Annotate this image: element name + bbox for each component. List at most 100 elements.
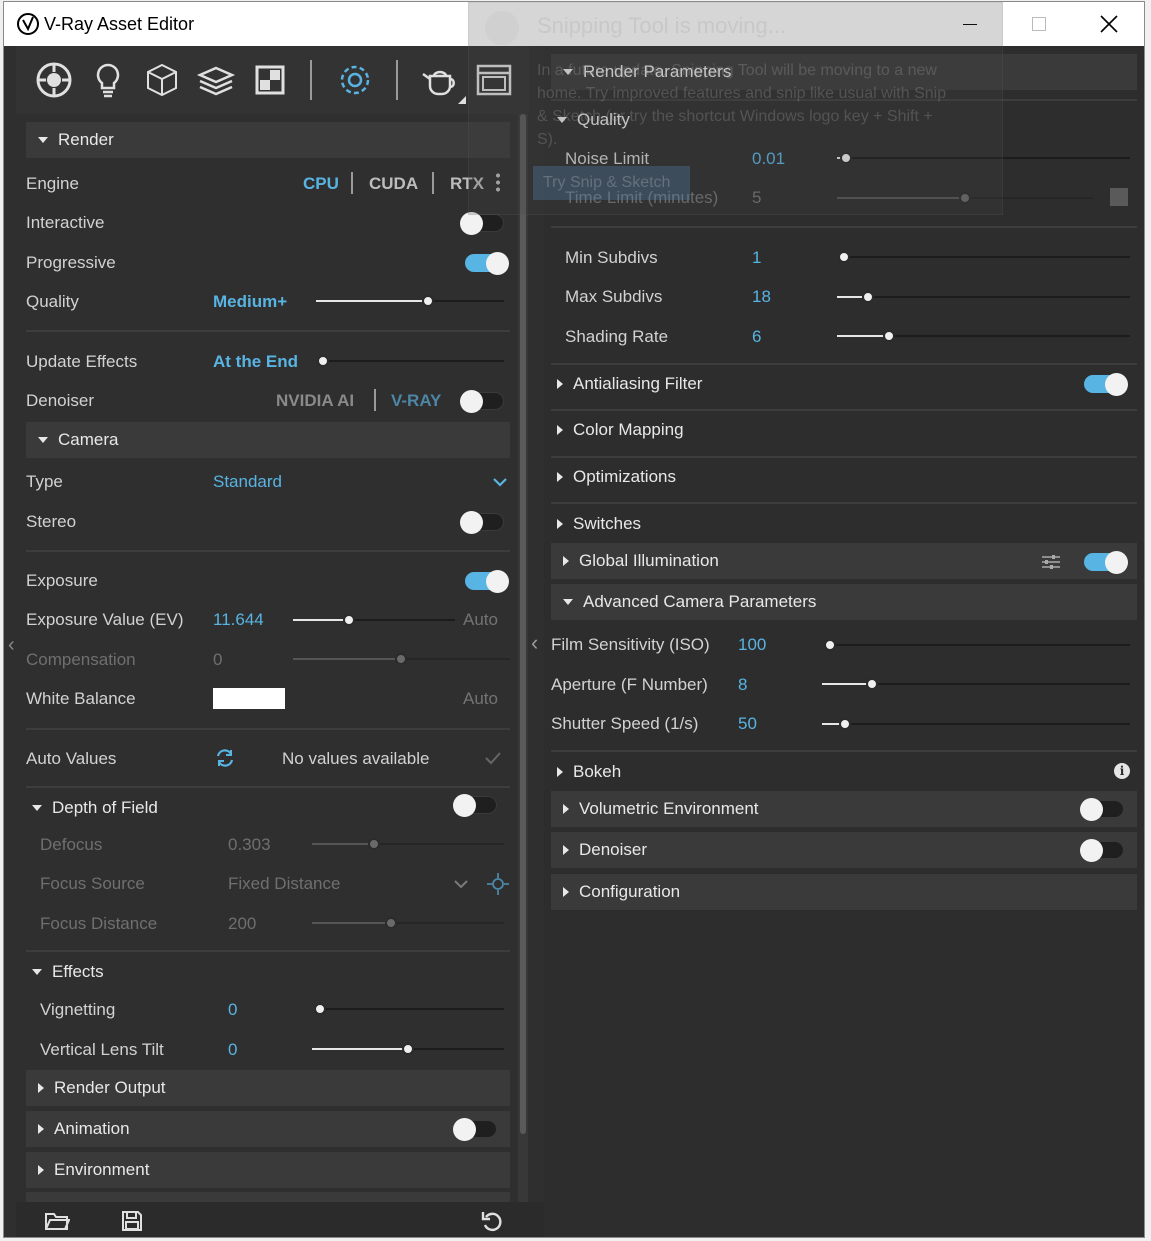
denoiser-nvidia-option[interactable]: NVIDIA AI (276, 391, 354, 411)
shutter-speed-slider[interactable] (822, 718, 1130, 730)
subsection-antialiasing-filter[interactable]: Antialiasing Filter (557, 372, 702, 396)
denoiser-section-toggle[interactable] (1080, 839, 1124, 862)
toolbar-dropdown-corner-icon[interactable] (458, 96, 466, 104)
section-advanced-camera-parameters[interactable]: Advanced Camera Parameters (551, 584, 1137, 620)
left-collapse-arrow-icon[interactable]: ‹ (8, 634, 15, 657)
aperture-slider[interactable] (822, 678, 1130, 690)
subsection-color-mapping[interactable]: Color Mapping (557, 418, 684, 442)
aperture-label: Aperture (F Number) (551, 675, 708, 694)
time-limit-checkbox[interactable] (1110, 188, 1128, 206)
checkmark-icon[interactable] (484, 750, 502, 766)
render-teapot-icon[interactable] (420, 60, 460, 100)
engine-cpu-option[interactable]: CPU (303, 174, 339, 194)
vertical-lens-tilt-value[interactable]: 0 (228, 1040, 237, 1060)
textures-icon[interactable] (250, 60, 290, 100)
reset-undo-icon[interactable] (480, 1209, 504, 1233)
left-scrollbar-thumb[interactable] (520, 114, 526, 1134)
subsection-title: Color Mapping (573, 420, 684, 439)
white-balance-swatch[interactable] (213, 688, 285, 709)
update-effects-slider[interactable] (317, 355, 504, 367)
close-button[interactable] (1074, 2, 1144, 46)
min-subdivs-slider[interactable] (838, 251, 1130, 263)
section-title: Configuration (579, 882, 681, 901)
left-scrollbar[interactable] (518, 114, 528, 1202)
progressive-toggle[interactable] (465, 252, 509, 275)
subsection-switches[interactable]: Switches (557, 512, 641, 536)
subsection-title: Effects (52, 962, 104, 981)
vignetting-slider[interactable] (314, 1003, 504, 1015)
iso-value[interactable]: 100 (738, 635, 766, 655)
exposure-toggle[interactable] (465, 570, 509, 593)
shading-rate-slider[interactable] (837, 330, 1130, 342)
lights-icon[interactable] (88, 60, 128, 100)
open-folder-icon[interactable] (44, 1210, 70, 1232)
section-configuration[interactable]: Configuration (551, 874, 1137, 910)
quality-slider[interactable] (316, 295, 504, 307)
collapsed-triangle-icon (563, 804, 569, 814)
no-values-text: No values available (282, 749, 430, 768)
shading-rate-value[interactable]: 6 (752, 327, 761, 347)
collapsed-triangle-icon (38, 1124, 44, 1134)
vignetting-value[interactable]: 0 (228, 1000, 237, 1020)
geometry-icon[interactable] (142, 60, 182, 100)
refresh-icon[interactable] (214, 747, 236, 769)
min-subdivs-label: Min Subdivs (565, 248, 658, 267)
iso-slider[interactable] (824, 639, 1130, 651)
snipping-tool-notification[interactable]: Snipping Tool is moving... In a future u… (468, 2, 1003, 215)
divider (551, 363, 1137, 365)
ev-slider[interactable] (293, 614, 455, 626)
wb-auto-label[interactable]: Auto (463, 689, 498, 709)
ev-value[interactable]: 11.644 (213, 610, 264, 630)
animation-toggle[interactable] (453, 1118, 497, 1141)
section-environment[interactable]: Environment (26, 1152, 510, 1188)
compensation-label: Compensation (26, 650, 136, 669)
ev-auto-label[interactable]: Auto (463, 610, 498, 630)
section-render[interactable]: Render (26, 122, 510, 158)
try-snip-sketch-button[interactable]: Try Snip & Sketch (533, 166, 690, 200)
save-icon[interactable] (120, 1209, 144, 1233)
settings-gear-icon[interactable] (335, 60, 375, 100)
shutter-speed-value[interactable]: 50 (738, 714, 757, 734)
subsection-effects[interactable]: Effects (32, 960, 104, 984)
stereo-toggle[interactable] (460, 511, 504, 534)
defocus-label: Defocus (40, 835, 103, 854)
interactive-toggle[interactable] (460, 212, 504, 235)
update-effects-value: At the End (213, 352, 298, 371)
section-denoiser[interactable]: Denoiser (551, 832, 1137, 868)
section-camera[interactable]: Camera (26, 422, 510, 458)
antialiasing-filter-toggle[interactable] (1084, 373, 1128, 396)
global-illumination-toggle[interactable] (1084, 551, 1128, 574)
vray-asset-editor-window: V-Ray Asset Editor ‹ ‹ Render Engine CPU… (3, 1, 1145, 1238)
vertical-lens-tilt-slider[interactable] (312, 1043, 504, 1055)
camera-type-value[interactable]: Standard (213, 472, 282, 492)
subsection-depth-of-field[interactable]: Depth of Field (32, 796, 158, 820)
compensation-slider (293, 653, 510, 665)
quality-label: Quality (26, 292, 79, 311)
denoiser-vray-option[interactable]: V-RAY (391, 391, 441, 411)
denoiser-toggle[interactable] (460, 390, 504, 413)
min-subdivs-value[interactable]: 1 (752, 248, 761, 268)
max-subdivs-value[interactable]: 18 (752, 287, 771, 307)
chevron-down-icon[interactable] (492, 476, 508, 488)
volumetric-environment-toggle[interactable] (1080, 798, 1124, 821)
maximize-button[interactable] (1004, 2, 1074, 46)
section-render-output[interactable]: Render Output (26, 1070, 510, 1106)
section-title: Advanced Camera Parameters (583, 592, 817, 611)
aperture-value[interactable]: 8 (738, 675, 747, 695)
section-animation[interactable]: Animation (26, 1111, 510, 1147)
engine-cuda-option[interactable]: CUDA (369, 174, 418, 194)
panel-splitter-arrow-icon[interactable]: ‹ (531, 630, 538, 656)
section-partial (26, 1192, 510, 1202)
crosshair-icon[interactable] (485, 871, 511, 897)
sliders-adjust-icon[interactable] (1040, 552, 1062, 572)
subsection-optimizations[interactable]: Optimizations (557, 465, 676, 489)
materials-icon[interactable] (34, 60, 74, 100)
section-volumetric-environment[interactable]: Volumetric Environment (551, 791, 1137, 827)
subsection-bokeh[interactable]: Bokeh (557, 760, 621, 784)
layers-icon[interactable] (196, 60, 236, 100)
info-icon[interactable]: i (1114, 763, 1130, 779)
max-subdivs-slider[interactable] (837, 291, 1130, 303)
depth-of-field-toggle[interactable] (453, 794, 497, 817)
divider (26, 550, 510, 552)
focus-source-value: Fixed Distance (228, 874, 341, 893)
